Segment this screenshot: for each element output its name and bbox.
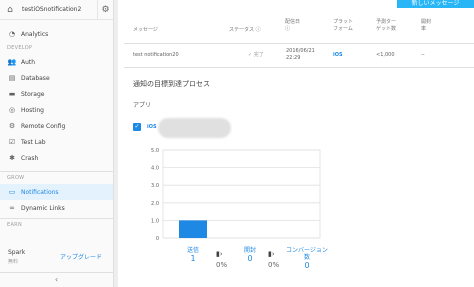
sidebar-item-label: Test Lab xyxy=(21,138,46,146)
stat-opened[interactable]: 開封 0 xyxy=(236,247,264,263)
section-label-earn: EARN xyxy=(7,222,22,228)
column-header-status[interactable]: ステータス ⓘ xyxy=(229,27,261,34)
y-tick-label: 3.0 xyxy=(151,183,159,189)
funnel-arrow-icon: ▮› xyxy=(268,250,275,258)
sidebar-item-label: Crash xyxy=(21,154,39,162)
sidebar-item-database[interactable]: ▤ Database xyxy=(0,70,113,86)
message-icon: ▭ xyxy=(8,188,16,196)
stat-label: コンバージョン xyxy=(286,247,328,254)
funnel-chart: 0 1.0 2.0 3.0 4.0 5.0 xyxy=(151,148,321,240)
home-icon[interactable]: ⌂ xyxy=(2,5,18,15)
stat-label: 送信 xyxy=(186,247,199,254)
app-label: アプリ xyxy=(133,102,152,109)
y-tick-label: 0 xyxy=(156,236,159,240)
row-divider xyxy=(124,67,474,68)
column-header-target-count[interactable]: 予測ターゲット数 xyxy=(376,19,400,33)
check-icon: ✓ xyxy=(248,52,253,58)
upgrade-link[interactable]: アップグレード xyxy=(60,252,102,261)
new-message-button[interactable]: 新しいメッセージ xyxy=(397,0,474,8)
stat-sent[interactable]: 送信 1 xyxy=(178,247,208,263)
column-header-label: ステータス xyxy=(229,27,255,33)
folder-icon: ▬ xyxy=(8,90,16,98)
column-header-platform[interactable]: プラットフォーム xyxy=(333,19,357,33)
help-icon: ⓘ xyxy=(255,27,261,33)
header-divider xyxy=(124,43,474,44)
platform-badge: iOS xyxy=(147,124,157,130)
conversion-percent: 0% xyxy=(268,261,280,269)
sidebar-item-label: Hosting xyxy=(21,106,44,114)
sidebar-item-label: Dynamic Links xyxy=(21,204,65,212)
section-label-grow: GROW xyxy=(7,175,25,181)
project-bar: ⌂ testiOSnotification2 ⚙ xyxy=(0,0,113,20)
sidebar-item-label: Database xyxy=(21,74,50,82)
status-text: 完了 xyxy=(253,52,264,58)
users-icon: 👥 xyxy=(7,58,17,66)
sidebar-item-label: Notifications xyxy=(21,188,59,196)
sidebar-item-test-lab[interactable]: ☑ Test Lab xyxy=(0,134,113,150)
funnel-arrow-icon: ▮› xyxy=(216,250,223,258)
check-square-icon: ☑ xyxy=(8,138,16,146)
sidebar: ⌂ testiOSnotification2 ⚙ ◔ Analytics DEV… xyxy=(0,0,114,287)
row-open-rate: -- xyxy=(421,52,425,58)
check-icon: ✓ xyxy=(134,123,140,130)
app-name-redacted xyxy=(158,118,231,138)
row-delivery-date: 2016/06/21 22:29 xyxy=(286,48,315,61)
sidebar-item-remote-config[interactable]: ⚙ Remote Config xyxy=(0,118,113,134)
stat-value: 1 xyxy=(190,254,196,263)
stat-label-line2: 数 xyxy=(303,254,310,261)
column-header-open-rate[interactable]: 開封率 xyxy=(421,19,431,33)
column-header-message[interactable]: メッセージ xyxy=(133,27,158,34)
database-icon: ▤ xyxy=(8,74,16,82)
sidebar-item-hosting[interactable]: ◎ Hosting xyxy=(0,102,113,118)
sidebar-item-label: Analytics xyxy=(21,30,49,38)
bar-0[interactable] xyxy=(179,220,207,238)
row-status: ✓ 完了 xyxy=(248,52,264,59)
stat-value: 0 xyxy=(304,261,310,270)
bug-icon: ✱ xyxy=(9,154,15,162)
y-tick-label: 5.0 xyxy=(151,148,159,154)
globe-icon: ◎ xyxy=(8,106,16,114)
analytics-icon: ◔ xyxy=(8,30,16,38)
app-checkbox[interactable]: ✓ xyxy=(133,123,141,131)
sidebar-item-notifications[interactable]: ▭ Notifications xyxy=(0,184,113,200)
sidebar-item-storage[interactable]: ▬ Storage xyxy=(0,86,113,102)
sidebar-item-label: Storage xyxy=(21,90,45,98)
section-label-develop: DEVELOP xyxy=(7,45,33,51)
plan-info: Spark 無料 アップグレード xyxy=(0,245,113,271)
row-target-count: <1,000 xyxy=(376,52,395,58)
help-icon: ⓘ xyxy=(285,26,291,32)
sidebar-item-auth[interactable]: 👥 Auth xyxy=(0,54,113,70)
gear-icon[interactable]: ⚙ xyxy=(97,0,113,20)
sidebar-item-crash[interactable]: ✱ Crash xyxy=(0,150,113,166)
stat-label: 開封 xyxy=(243,247,256,254)
y-tick-label: 1.0 xyxy=(151,218,159,224)
row-platform: iOS xyxy=(333,52,343,58)
sidebar-item-dynamic-links[interactable]: ∞ Dynamic Links xyxy=(0,200,113,216)
remote-config-icon: ⚙ xyxy=(8,122,16,130)
y-tick-label: 4.0 xyxy=(151,166,159,172)
sidebar-item-analytics[interactable]: ◔ Analytics xyxy=(0,26,113,42)
row-message[interactable]: test notification20 xyxy=(133,52,179,59)
collapse-sidebar-button[interactable]: ‹ xyxy=(0,272,113,287)
stat-value: 0 xyxy=(247,254,253,263)
open-percent: 0% xyxy=(216,261,228,269)
section-title: 通知の目標到達プロセス xyxy=(133,80,210,88)
sidebar-item-label: Remote Config xyxy=(21,122,66,130)
column-header-delivery-date[interactable]: 配信日 ⓘ xyxy=(285,19,301,33)
column-header-label: 配信日 xyxy=(285,19,301,25)
sidebar-item-label: Auth xyxy=(21,58,36,66)
chevron-left-icon: ‹ xyxy=(54,275,59,284)
project-name[interactable]: testiOSnotification2 xyxy=(18,6,97,13)
stat-conversions[interactable]: コンバージョン 数 0 xyxy=(282,247,332,270)
y-tick-label: 2.0 xyxy=(151,201,159,207)
link-icon: ∞ xyxy=(9,204,15,212)
